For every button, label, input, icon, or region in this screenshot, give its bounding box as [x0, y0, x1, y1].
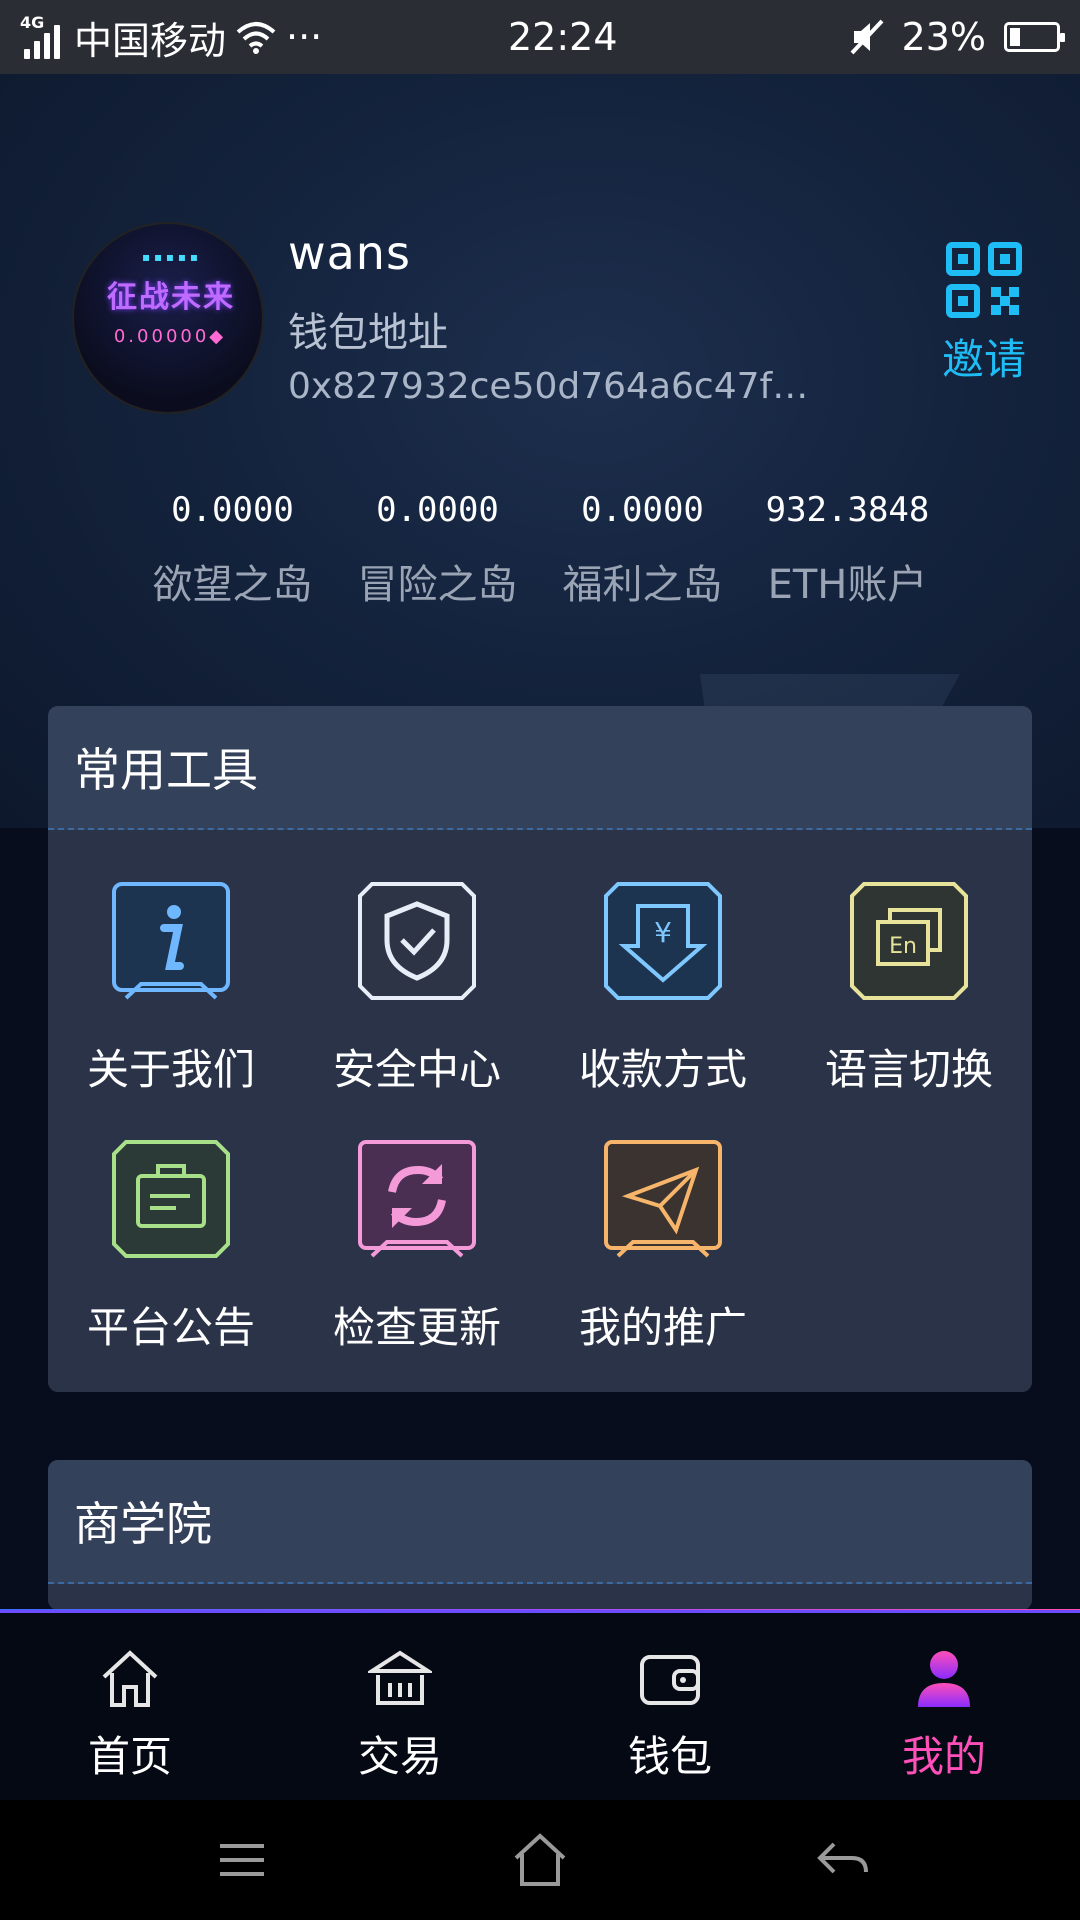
balance-desire-island[interactable]: 0.0000 欲望之岛 — [130, 490, 335, 610]
tool-check-update[interactable]: 检查更新 — [294, 1134, 540, 1355]
info-icon — [112, 882, 230, 1000]
nav-home[interactable]: 首页 — [30, 1647, 230, 1784]
exchange-building-icon — [365, 1650, 435, 1705]
invite-button[interactable]: 邀请 — [936, 242, 1032, 387]
tool-platform-announcement[interactable]: 平台公告 — [48, 1134, 294, 1355]
battery-percent: 23% — [901, 15, 986, 59]
tool-label: 收款方式 — [578, 1045, 747, 1094]
card-title: 常用工具 — [48, 706, 1032, 830]
yen-download-icon: ¥ — [604, 882, 722, 1000]
tool-label: 语言切换 — [824, 1045, 993, 1094]
common-tools-card: 常用工具 关于我们 安全中心 ¥ 收款方式 En 语言切换 平台公告 检查更新 … — [48, 706, 1032, 1392]
qr-code-icon — [946, 242, 1022, 318]
carrier-name: 中国移动 — [74, 18, 227, 63]
nav-label: 钱包 — [627, 1732, 712, 1781]
avatar-amount: 0.00000◆ — [113, 326, 227, 347]
avatar[interactable]: ▪ ▪ ▪ ▪ ▪ 征战未来 0.00000◆ — [72, 222, 264, 414]
announcement-icon — [112, 1140, 230, 1258]
balance-welfare-island[interactable]: 0.0000 福利之岛 — [540, 490, 745, 610]
wallet-address[interactable]: 0x827932ce50d764a6c47f… — [288, 366, 848, 407]
tool-label: 关于我们 — [86, 1045, 255, 1094]
balance-adventure-island[interactable]: 0.0000 冒险之岛 — [335, 490, 540, 610]
mute-icon — [850, 19, 883, 55]
nav-trade[interactable]: 交易 — [300, 1647, 500, 1784]
tool-payment-method[interactable]: ¥ 收款方式 — [540, 876, 786, 1097]
svg-text:En: En — [889, 934, 917, 959]
username: wans — [288, 226, 411, 280]
user-icon — [918, 1651, 970, 1707]
clock: 22:24 — [508, 15, 618, 59]
invite-label: 邀请 — [941, 335, 1026, 384]
avatar-title: 征战未来 — [107, 280, 235, 315]
wallet-address-label: 钱包地址 — [288, 310, 448, 356]
system-navigation-bar — [0, 1800, 1080, 1920]
balance-label: 福利之岛 — [562, 562, 723, 608]
battery-icon — [1004, 22, 1065, 52]
back-icon[interactable] — [812, 1830, 872, 1890]
card-title: 商学院 — [48, 1460, 1032, 1584]
shield-check-icon — [358, 882, 476, 1000]
status-bar: 4G 中国移动 ··· 22:24 23% — [0, 0, 1080, 74]
nav-wallet[interactable]: 钱包 — [570, 1647, 770, 1784]
balance-value: 0.0000 — [376, 490, 499, 530]
language-en-icon: En — [850, 882, 968, 1000]
business-school-card[interactable]: 商学院 — [48, 1460, 1032, 1610]
paper-plane-icon — [604, 1140, 722, 1258]
wifi-icon — [236, 22, 276, 54]
svg-text:¥: ¥ — [654, 916, 672, 949]
nav-label: 我的 — [901, 1732, 986, 1781]
refresh-icon — [358, 1140, 476, 1258]
nav-label: 交易 — [357, 1732, 442, 1781]
tool-label: 我的推广 — [578, 1303, 747, 1352]
tool-label: 检查更新 — [332, 1303, 501, 1352]
balance-label: 冒险之岛 — [357, 562, 518, 608]
wallet-icon — [640, 1655, 700, 1705]
home-icon — [102, 1650, 158, 1707]
tool-label: 平台公告 — [86, 1303, 255, 1352]
balance-value: 932.3848 — [765, 490, 930, 530]
avatar-decoration: ▪ ▪ ▪ ▪ ▪ — [142, 250, 198, 264]
tool-about-us[interactable]: 关于我们 — [48, 876, 294, 1097]
tool-my-promotion[interactable]: 我的推广 — [540, 1134, 786, 1355]
tool-label: 安全中心 — [332, 1045, 501, 1094]
balance-label: ETH账户 — [767, 562, 928, 608]
balance-eth-account[interactable]: 932.3848 ETH账户 — [745, 490, 950, 610]
bottom-nav: 首页 交易 钱包 我的 — [0, 1610, 1080, 1800]
system-home-icon[interactable] — [510, 1830, 570, 1890]
tool-security-center[interactable]: 安全中心 — [294, 876, 540, 1097]
balances-row: 0.0000 欲望之岛 0.0000 冒险之岛 0.0000 福利之岛 932.… — [130, 490, 970, 610]
tool-language-switch[interactable]: En 语言切换 — [786, 876, 1032, 1097]
balance-label: 欲望之岛 — [152, 562, 313, 608]
balance-value: 0.0000 — [581, 490, 704, 530]
nav-label: 首页 — [87, 1732, 172, 1781]
more-indicator: ··· — [286, 15, 323, 59]
nav-mine[interactable]: 我的 — [844, 1647, 1044, 1784]
balance-value: 0.0000 — [171, 490, 294, 530]
signal-icon: 4G — [20, 13, 64, 59]
menu-icon[interactable] — [212, 1830, 272, 1890]
